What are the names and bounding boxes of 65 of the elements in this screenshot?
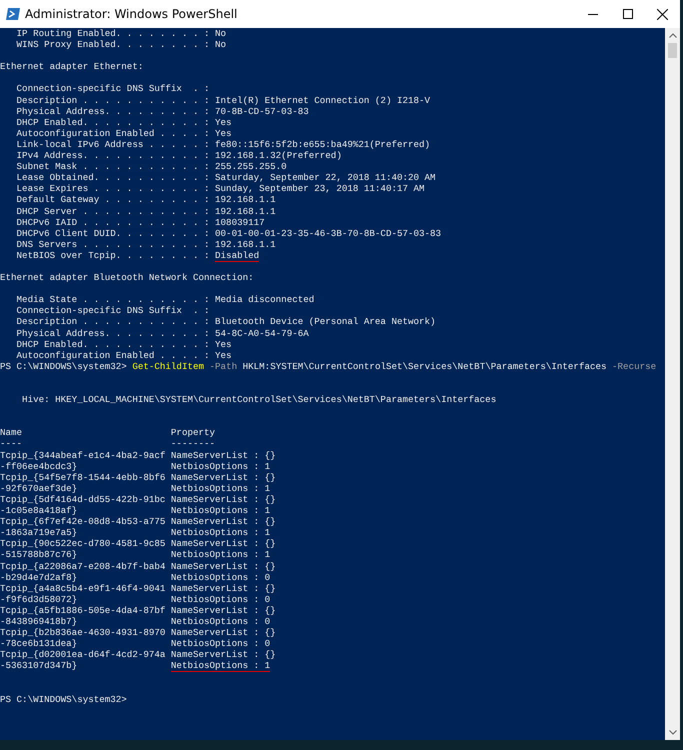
maximize-icon [622,9,632,19]
console-text: -1863a719e7a5} NetbiosOptions : 1 [0,527,270,538]
console-text: IP Routing Enabled. . . . . . . . : No [16,28,226,39]
console-text: DHCP Enabled. . . . . . . . . . . : Yes [16,338,232,350]
console-text: Tcpip_{6f7ef42e-08d8-4b53-a775 NameServerList : {} [0,516,276,528]
console-text: Ethernet adapter Bluetooth Network Connection: [0,272,254,284]
scroll-down-icon[interactable] [668,730,676,735]
console-text: -5363107d347b} [0,660,78,672]
console-text: Tcpip_{344abeaf-e1c4-4ba2-9acf NameServerList : {} [0,450,276,461]
console-text: Autoconfiguration Enabled . . . . : Yes [16,350,232,361]
console-text: Tcpip_{a5fb1886-505e-4da4-87bf NameServerList : {} [0,604,276,616]
console-text: Link-local IPv6 Address . . . . . : fe80::15f6:5f2b:e655:ba49%21(Preferred) [16,138,430,150]
underlined-text: Disabled [215,250,260,262]
console-text: Tcpip_{54f5e7f8-1544-4ebb-8bf6 NameServerList : {} [0,472,276,483]
console-text: Description . . . . . . . . . . . : Intel(R) Ethernet Connection (2) I218-V [16,94,430,106]
console-text: Default Gateway . . . . . . . . . : 192.168.1.1 [16,194,276,206]
close-icon [657,8,668,20]
console-text: Tcpip_{d02001ea-d64f-4cd2-974a NameServerList : {} [0,649,276,660]
console-text: Physical Address. . . . . . . . . : 54-8C-A0-54-79-6A [16,328,309,339]
scrollbar[interactable] [665,28,680,740]
console-text: WINS Proxy Enabled. . . . . . . . : No [16,39,226,50]
command-name: Get-ChildItem [132,360,204,372]
console-text: Tcpip_{90c522ec-d780-4581-9c85 NameServerList : {} [0,538,276,550]
console-text: Ethernet adapter Ethernet: [0,61,144,72]
console-text: ---- -------- [0,438,216,450]
console-text: -515788b87c76} NetbiosOptions : 1 [0,549,270,560]
scrollbar-thumb[interactable] [668,43,677,58]
console-text: DHCPv6 Client DUID. . . . . . . . : 00-01-00-01-23-35-46-3B-70-8B-CD-57-03-83 [16,228,442,239]
console-text: -1c05e8a418af} NetbiosOptions : 1 [0,505,270,516]
console-text: Media State . . . . . . . . . . . : Media disconnected [16,294,314,306]
console-text: Hive: HKEY_LOCAL_MACHINE\SYSTEM\CurrentControlSet\Services\NetBT\Parameters\Interfaces [21,394,496,406]
console-text: Description . . . . . . . . . . . : Bluetooth Device (Personal Area Network) [16,316,436,328]
console-text: Physical Address. . . . . . . . . : 70-8B-CD-57-03-83 [16,106,309,117]
console-text: DHCP Enabled. . . . . . . . . . . : Yes [16,116,232,128]
console-text: Name Property [0,427,216,438]
command-parameter: -Path [208,360,238,372]
scroll-up-icon[interactable] [668,33,676,38]
console-text: DHCPv6 IAID . . . . . . . . . . . : 108039117 [16,216,265,228]
console-text: Autoconfiguration Enabled . . . . : Yes [16,128,232,139]
console-text: Tcpip_{a4a8c5b4-e9f1-46f4-9041 NameServerList : {} [0,582,276,594]
window-title: Administrator: Windows PowerShell [25,7,238,21]
console-text: -8438969418b7} NetbiosOptions : 0 [0,616,270,627]
console-text: -78ce6b131dea} NetbiosOptions : 0 [0,638,270,650]
console-text: -92f670aef3de} NetbiosOptions : 1 [0,482,270,494]
console-text: -b29d4e7d2af8} NetbiosOptions : 0 [0,572,270,583]
console-text: PS C:\WINDOWS\system32> [0,694,127,705]
command-argument: HKLM:SYSTEM\CurrentControlSet\Services\NetBT\Parameters\Interfaces [242,360,607,372]
command-parameter: -Recurse [611,360,656,372]
console-text: -f9f6d3d58072} NetbiosOptions : 0 [0,594,270,605]
console-text: Lease Obtained. . . . . . . . . . : Saturday, September 22, 2018 11:40:20 AM [16,172,436,184]
console-text: DNS Servers . . . . . . . . . . . : 192.168.1.1 [16,238,276,250]
console-text: Tcpip_{a22086a7-e208-4b7f-bab4 NameServerList : {} [0,560,276,572]
console-text: Connection-specific DNS Suffix . : [16,83,210,94]
console-text: Tcpip_{b2b836ae-4630-4931-8970 NameServerList : {} [0,627,276,638]
underlined-text: NetbiosOptions : 1 [170,660,270,672]
console-text: -ff06ee4bcdc3} NetbiosOptions : 1 [0,460,270,472]
console-text: Connection-specific DNS Suffix . : [16,305,210,316]
console-text: Subnet Mask . . . . . . . . . . . : 255.255.255.0 [16,161,287,172]
console-text: DHCP Server . . . . . . . . . . . : 192.168.1.1 [16,206,276,216]
console-text: NetBIOS over Tcpip. . . . . . . . : [16,250,211,261]
powershell-icon [6,8,20,20]
console-text: PS C:\WINDOWS\system32> [0,360,128,372]
console-text: Tcpip_{5df4164d-dd55-422b-91bc NameServerList : {} [0,494,276,505]
console-text: IPv4 Address. . . . . . . . . . . : 192.168.1.32(Preferred) [16,150,342,162]
console-text: Lease Expires . . . . . . . . . . : Sunday, September 23, 2018 11:40:17 AM [16,183,425,194]
